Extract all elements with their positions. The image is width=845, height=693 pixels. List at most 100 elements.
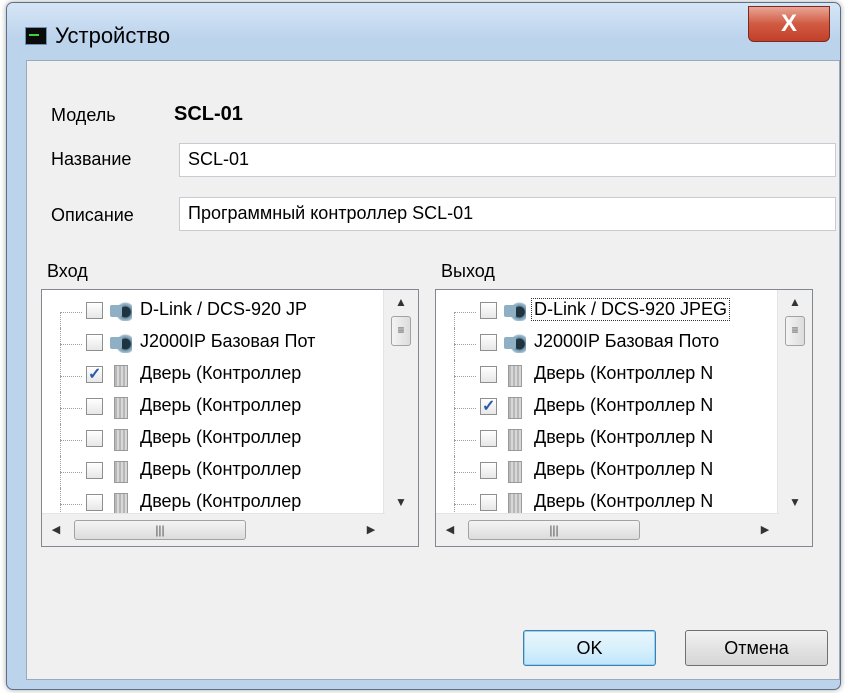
output-label: Выход [441,261,495,281]
model-label: Модель [51,105,116,125]
horizontal-scrollbar[interactable]: ◀ ||| ▶ [436,513,779,546]
tree-item-label: Дверь (Контроллер N [534,427,714,447]
dialog-body: Модель SCL-01 Название SCL-01 Описание П… [26,60,840,680]
tree-item[interactable]: Дверь (Контроллер [42,456,382,488]
tree-connector [454,344,476,345]
tree-item[interactable]: D-Link / DCS-920 JPEG [436,296,776,344]
camera-icon [504,301,526,321]
tree-item[interactable]: Дверь (Контроллер [42,392,382,424]
tree-connector [60,344,82,345]
tree-item-label: Дверь (Контроллер [140,491,302,511]
tree-item[interactable]: Дверь (Контроллер N [436,392,776,424]
scroll-corner [778,514,812,546]
door-icon [508,397,522,419]
item-checkbox[interactable] [86,494,103,511]
scroll-up-arrow-icon[interactable]: ▲ [778,290,812,314]
tree-item[interactable]: J2000IP Базовая Пот [42,328,382,360]
tree-item[interactable]: Дверь (Контроллер [42,360,382,392]
scroll-left-arrow-icon[interactable]: ◀ [42,514,70,546]
item-checkbox[interactable] [86,302,103,319]
tree-connector [60,504,82,505]
item-checkbox[interactable] [480,462,497,479]
close-button[interactable]: X [748,6,830,42]
camera-icon [504,333,526,353]
tree-connector [454,408,476,409]
door-icon [114,397,128,419]
model-value: SCL-01 [174,103,243,125]
door-icon [508,461,522,483]
tree-item-label: Дверь (Контроллер [140,459,302,479]
input-tree[interactable]: D-Link / DCS-920 JP J2000IP Базовая Пот Дв… [41,289,419,547]
scroll-right-arrow-icon[interactable]: ▶ [751,514,779,546]
description-field[interactable]: Программный контроллер SCL-01 [179,197,836,231]
tree-connector [454,504,476,505]
scroll-up-arrow-icon[interactable]: ▲ [384,290,418,314]
output-tree[interactable]: D-Link / DCS-920 JPEG J2000IP Базовая Пот… [435,289,813,547]
item-checkbox[interactable] [86,364,103,384]
tree-connector [60,408,82,409]
dialog-window: Устройство X Модель SCL-01 Название SCL-… [6,2,841,690]
item-checkbox[interactable] [480,494,497,511]
horizontal-scrollbar[interactable]: ◀ ||| ▶ [42,513,385,546]
vertical-scrollbar[interactable]: ▲ ≡ ▼ [777,290,812,514]
item-checkbox[interactable] [86,462,103,479]
scroll-right-arrow-icon[interactable]: ▶ [357,514,385,546]
tree-item-label: Дверь (Контроллер N [534,459,714,479]
tree-item[interactable]: J2000IP Базовая Пото [436,328,776,360]
tree-item[interactable]: Дверь (Контроллер [42,424,382,456]
scroll-thumb[interactable]: ≡ [391,316,411,346]
tree-item-label: J2000IP Базовая Пот [140,331,316,351]
tree-connector [60,312,82,313]
description-label: Описание [51,205,134,225]
door-icon [114,461,128,483]
camera-icon [110,333,132,353]
tree-item-label: Дверь (Контроллер N [534,395,714,415]
door-icon [508,429,522,451]
tree-item-label: Дверь (Контроллер N [534,491,714,511]
tree-item[interactable]: Дверь (Контроллер N [436,360,776,392]
tree-item-label: Дверь (Контроллер [140,363,302,383]
tree-item-label: Дверь (Контроллер [140,395,302,415]
tree-item-label: Дверь (Контроллер N [534,363,714,383]
item-checkbox[interactable] [480,396,497,416]
scroll-left-arrow-icon[interactable]: ◀ [436,514,464,546]
item-checkbox[interactable] [86,430,103,447]
tree-item[interactable]: Дверь (Контроллер N [436,424,776,456]
scroll-thumb-horizontal[interactable]: ||| [74,520,246,540]
tree-item-label: D-Link / DCS-920 JP [140,299,308,319]
input-label: Вход [47,261,88,281]
title-bar[interactable]: Устройство X [7,3,840,48]
ok-button[interactable]: OK [523,630,656,666]
tree-item[interactable]: Дверь (Контроллер N [436,456,776,488]
scroll-down-arrow-icon[interactable]: ▼ [384,490,418,514]
tree-connector [60,440,82,441]
tree-connector [60,376,82,377]
scroll-down-arrow-icon[interactable]: ▼ [778,490,812,514]
vertical-scrollbar[interactable]: ▲ ≡ ▼ [383,290,418,514]
item-checkbox[interactable] [480,430,497,447]
tree-connector [454,312,476,313]
scroll-thumb[interactable]: ≡ [785,316,805,346]
door-icon [508,365,522,387]
scroll-thumb-horizontal[interactable]: ||| [468,520,640,540]
item-checkbox[interactable] [86,334,103,351]
name-label: Название [51,149,132,169]
tree-connector [454,440,476,441]
item-checkbox[interactable] [480,334,497,351]
cancel-button[interactable]: Отмена [685,630,828,666]
tree-item-label: D-Link / DCS-920 JPEG [530,298,731,321]
tree-item-label: J2000IP Базовая Пото [534,331,720,351]
tree-connector [454,376,476,377]
item-checkbox[interactable] [480,366,497,383]
item-checkbox[interactable] [86,398,103,415]
tree-item-label: Дверь (Контроллер [140,427,302,447]
tree-item[interactable]: D-Link / DCS-920 JP [42,296,382,344]
tree-connector [60,472,82,473]
item-checkbox[interactable] [480,302,497,319]
name-field[interactable]: SCL-01 [179,143,836,177]
scroll-corner [384,514,418,546]
camera-icon [110,301,132,321]
door-icon [114,493,128,515]
tree-connector [454,472,476,473]
door-icon [114,429,128,451]
